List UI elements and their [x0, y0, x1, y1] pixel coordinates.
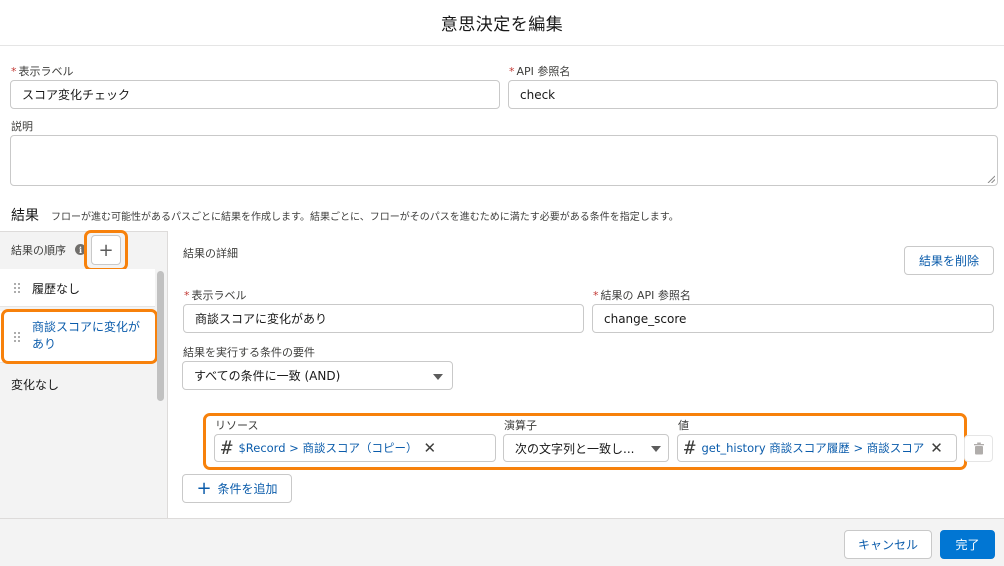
- resource-input[interactable]: # $Record > 商談スコア（コピー） ✕: [214, 434, 496, 462]
- trash-icon: [973, 442, 984, 455]
- done-button[interactable]: 完了: [940, 530, 995, 559]
- plus-icon: +: [196, 477, 212, 499]
- hash-icon: #: [221, 436, 233, 459]
- api-name-field-label: * API 参照名: [509, 65, 571, 78]
- chevron-down-icon: [433, 374, 443, 380]
- condition-requirement-select[interactable]: すべての条件に一致 (AND): [182, 361, 453, 390]
- plus-icon: +: [98, 239, 114, 261]
- outcome-item-score-changed[interactable]: 商談スコアに変化があり: [0, 311, 155, 363]
- outcome-api-name-input[interactable]: change_score: [592, 304, 994, 333]
- outcome-label-input[interactable]: 商談スコアに変化があり: [183, 304, 584, 333]
- outcome-item-label: 履歴なし: [32, 282, 81, 296]
- value-label: 値: [678, 419, 689, 432]
- chevron-down-icon: [651, 446, 661, 452]
- outcomes-section-title: 結果: [11, 208, 39, 224]
- outcomes-section-description: フローが進む可能性があるパスごとに結果を作成します。結果ごとに、フローがそのパス…: [51, 212, 679, 223]
- outcome-api-name-field-label: * 結果の API 参照名: [593, 289, 691, 302]
- outcome-item-no-change[interactable]: 変化なし: [11, 376, 59, 393]
- outcome-detail-heading: 結果の詳細: [183, 247, 238, 260]
- description-textarea[interactable]: [10, 135, 998, 186]
- delete-outcome-button[interactable]: 結果を削除: [904, 246, 994, 275]
- add-condition-label: 条件を追加: [217, 482, 278, 496]
- info-icon[interactable]: i: [75, 244, 86, 255]
- value-pill-text: get_history 商談スコア履歴 > 商談スコア: [701, 441, 925, 455]
- condition-requirement-label: 結果を実行する条件の要件: [183, 346, 315, 359]
- label-input[interactable]: スコア変化チェック: [10, 80, 500, 109]
- modal-title: 意思決定を編集: [440, 15, 564, 35]
- drag-handle-icon[interactable]: [14, 283, 20, 294]
- value-input[interactable]: # get_history 商談スコア履歴 > 商談スコア ✕: [677, 434, 957, 462]
- api-name-input[interactable]: check: [508, 80, 998, 109]
- clear-icon[interactable]: ✕: [930, 440, 943, 456]
- required-marker: *: [184, 289, 190, 302]
- delete-condition-button[interactable]: [964, 435, 993, 462]
- outcome-order-label: 結果の順序: [11, 244, 66, 257]
- operator-label: 演算子: [504, 419, 537, 432]
- operator-value: 次の文字列と一致し...: [515, 441, 635, 456]
- label-field-label: * 表示ラベル: [11, 65, 74, 78]
- outcome-item-label: 商談スコアに変化があり: [32, 320, 141, 351]
- required-marker: *: [11, 65, 17, 78]
- drag-handle-icon[interactable]: [14, 332, 20, 343]
- add-condition-button[interactable]: + 条件を追加: [182, 474, 292, 503]
- cancel-button[interactable]: キャンセル: [844, 530, 932, 559]
- resize-grip-icon[interactable]: [987, 175, 995, 183]
- modal-header: 意思決定を編集: [0, 0, 1004, 46]
- hash-icon: #: [684, 436, 696, 459]
- add-outcome-button[interactable]: +: [91, 235, 121, 265]
- outcome-item-no-history[interactable]: 履歴なし: [0, 269, 155, 307]
- resource-label: リソース: [215, 419, 259, 432]
- operator-select[interactable]: 次の文字列と一致し...: [503, 434, 669, 462]
- required-marker: *: [509, 65, 515, 78]
- outcome-list-scrollbar[interactable]: [157, 271, 164, 401]
- outcome-label-field-label: * 表示ラベル: [184, 289, 247, 302]
- resource-pill-text: $Record > 商談スコア（コピー）: [238, 441, 418, 455]
- condition-requirement-value: すべての条件に一致 (AND): [194, 369, 341, 383]
- description-label: 説明: [11, 120, 33, 133]
- required-marker: *: [593, 289, 599, 302]
- clear-icon[interactable]: ✕: [423, 440, 436, 456]
